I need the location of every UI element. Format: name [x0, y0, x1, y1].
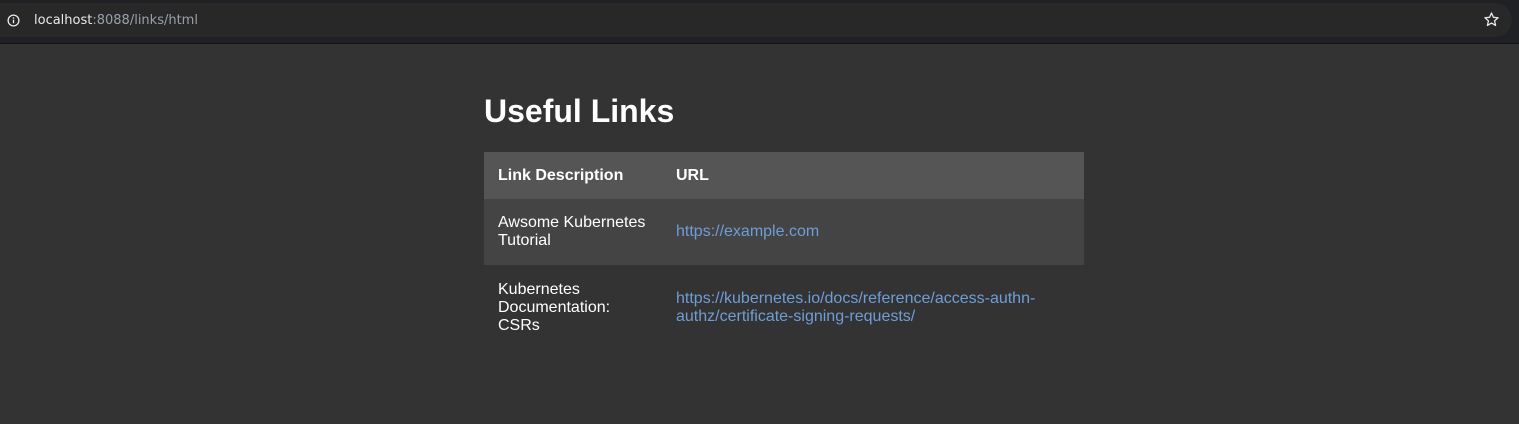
url-text[interactable]: localhost:8088/links/html [34, 13, 198, 29]
links-table: Link Description URL Awsome Kubernetes T… [484, 152, 1084, 351]
page-content: Useful Links Link Description URL Awsome… [484, 44, 1084, 351]
table-row: Kubernetes Documentation: CSRs https://k… [484, 265, 1084, 351]
link-description: Awsome Kubernetes Tutorial [484, 199, 662, 265]
url-cell: https://example.com [662, 199, 1084, 265]
link-url[interactable]: https://kubernetes.io/docs/reference/acc… [676, 290, 1035, 325]
column-header-url: URL [662, 152, 1084, 199]
column-header-description: Link Description [484, 152, 662, 199]
link-description: Kubernetes Documentation: CSRs [498, 281, 611, 334]
url-host: localhost [34, 13, 93, 28]
address-bar[interactable]: localhost:8088/links/html [0, 3, 1512, 37]
url-path: :8088/links/html [92, 13, 198, 28]
table-header-row: Link Description URL [484, 152, 1084, 199]
url-cell: https://kubernetes.io/docs/reference/acc… [662, 265, 1084, 351]
star-outline-icon[interactable] [1483, 11, 1500, 28]
table-row: Awsome Kubernetes Tutorial https://examp… [484, 199, 1084, 265]
browser-toolbar: localhost:8088/links/html [0, 0, 1519, 44]
page-title: Useful Links [484, 93, 675, 129]
link-url[interactable]: https://example.com [676, 223, 819, 240]
info-circle-icon[interactable] [7, 14, 20, 27]
